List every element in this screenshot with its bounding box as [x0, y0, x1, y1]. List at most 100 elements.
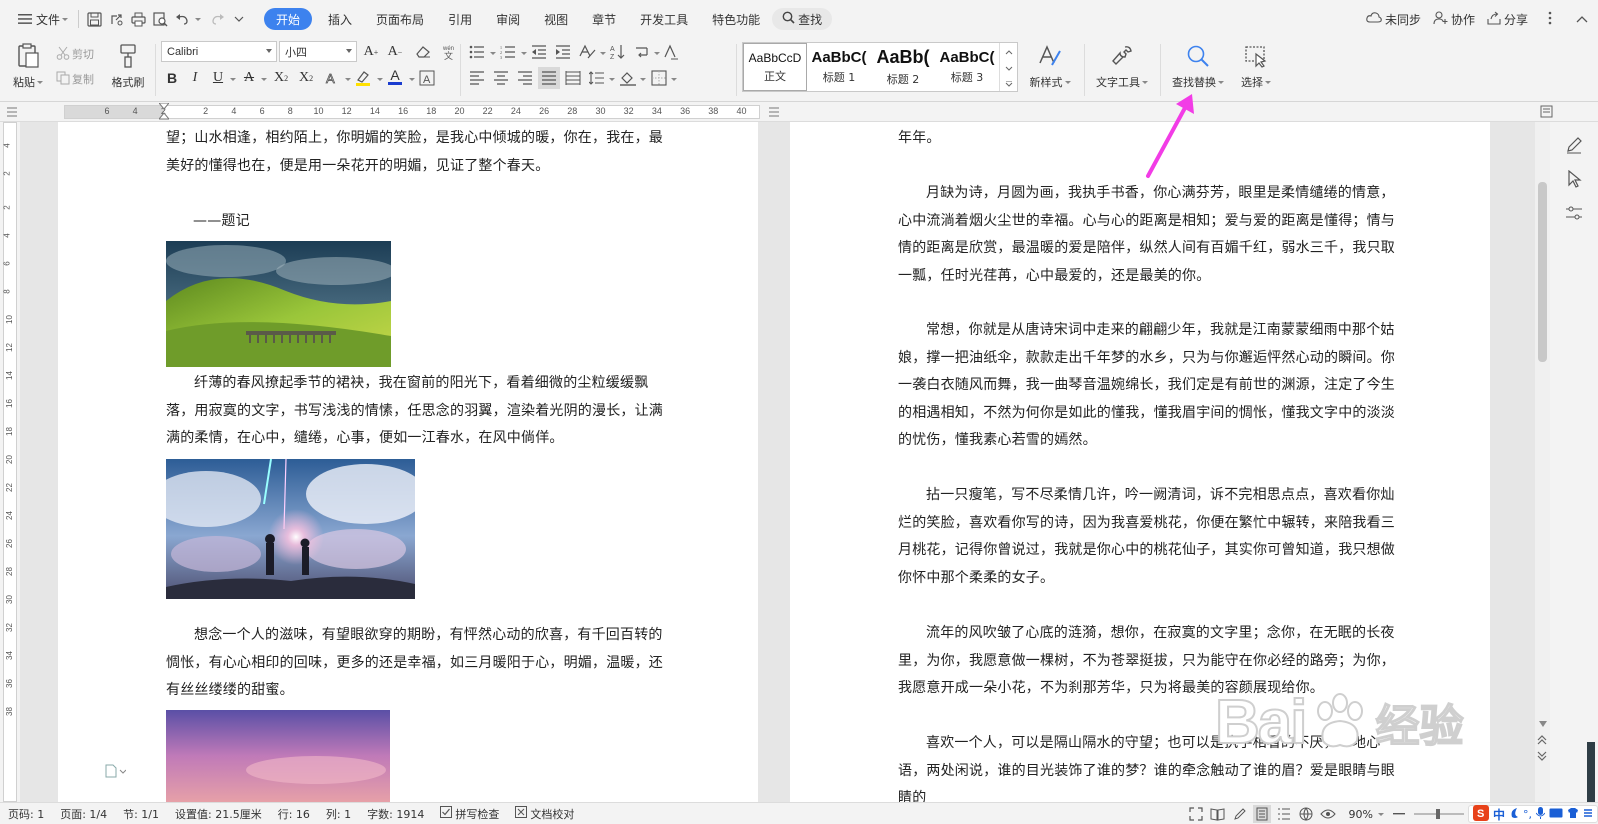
style-normal[interactable]: AaBbCcD 正文: [743, 43, 807, 91]
image-landscape-hills[interactable]: [166, 241, 391, 367]
ruler-track[interactable]: 6 4 2 2 4 6 8 10 12 14 16 18 20 22 24 26 28 30 32 34 36 38 40: [64, 102, 760, 120]
paragraph[interactable]: 常想，你就是从唐诗宋词中走来的翩翩少年，我就是江南蒙蒙细雨中那个姑娘，撑一把油纸…: [898, 317, 1398, 455]
zoom-slider[interactable]: [1413, 806, 1464, 822]
numbered-list-icon[interactable]: 123: [497, 41, 519, 63]
paste-dropdown-icon[interactable]: [37, 80, 43, 84]
image-anime-sky[interactable]: [166, 459, 415, 599]
style-heading-1[interactable]: AaBbC( 标题 1: [807, 43, 871, 91]
quick-access-dropdown-icon[interactable]: [231, 11, 247, 27]
sliders-icon[interactable]: [1563, 202, 1585, 224]
scrollbar-thumb[interactable]: [1538, 182, 1547, 362]
increase-indent-icon[interactable]: [552, 41, 574, 63]
decrease-indent-icon[interactable]: [528, 41, 550, 63]
undo-icon[interactable]: [174, 11, 190, 27]
sentence-case-icon[interactable]: [660, 41, 682, 63]
status-words[interactable]: 字数: 1914: [359, 806, 432, 822]
redo-icon[interactable]: [209, 11, 225, 27]
char-border-icon[interactable]: A: [416, 67, 438, 89]
border-dropdown-icon[interactable]: [671, 78, 677, 81]
paragraph[interactable]: 望；山水相逢，相约陌上，你明媚的笑脸，是我心中倾城的暖，你在，我在，最美好的懂得…: [166, 125, 666, 180]
outline-view-icon[interactable]: [1275, 805, 1293, 823]
reading-mode-icon[interactable]: [1209, 805, 1227, 823]
style-heading-3[interactable]: AaBbC( 标题 3: [935, 43, 999, 91]
collab-button[interactable]: 协作: [1427, 7, 1481, 31]
eraser-icon[interactable]: [412, 41, 434, 63]
tab-special[interactable]: 特色功能: [700, 8, 772, 30]
new-style-button[interactable]: 新样式: [1022, 42, 1078, 90]
status-section[interactable]: 节: 1/1: [115, 806, 167, 822]
find-replace-button[interactable]: 查找替换: [1166, 42, 1230, 90]
distributed-icon[interactable]: [562, 67, 584, 89]
ime-toolbar[interactable]: S 中 °,: [1467, 804, 1598, 823]
print-preview-icon[interactable]: [152, 11, 168, 27]
tab-developer[interactable]: 开发工具: [628, 8, 700, 30]
ime-punct-icon[interactable]: °,: [1523, 808, 1532, 821]
page-options-icon[interactable]: [104, 764, 127, 781]
justify-icon[interactable]: [538, 67, 560, 89]
align-center-icon[interactable]: [490, 67, 512, 89]
skin-icon[interactable]: [1567, 807, 1579, 822]
tab-review[interactable]: 审阅: [484, 8, 532, 30]
document-page-left[interactable]: 望；山水相逢，相约陌上，你明媚的笑脸，是我心中倾城的暖，你在，我在，最美好的懂得…: [58, 122, 758, 802]
italic-icon[interactable]: I: [184, 67, 206, 89]
doc-proof-button[interactable]: 文档校对: [507, 806, 582, 822]
highlight-icon[interactable]: [352, 67, 374, 89]
page-view-icon[interactable]: [1252, 805, 1271, 823]
edit-pen-icon[interactable]: [1563, 134, 1585, 156]
chevron-up-icon[interactable]: [1005, 44, 1013, 58]
ime-chinese-icon[interactable]: 中: [1493, 806, 1505, 823]
paragraph[interactable]: 月缺为诗，月圆为画，我执手书香，你心满芬芳，眼里是柔情缱绻的情意，心中流淌着烟火…: [898, 180, 1398, 290]
vertical-ruler[interactable]: 4 2 2 4 6 8 10 12 14 16 18 20 22 24 26 28 30 32 34 36 38: [3, 122, 17, 802]
bullet-list-icon[interactable]: [466, 41, 488, 63]
image-purple-sky[interactable]: [166, 710, 390, 802]
show-marks-icon[interactable]: [631, 41, 653, 63]
status-setting[interactable]: 设置值: 21.5厘米: [167, 806, 270, 822]
moon-icon[interactable]: [1509, 807, 1519, 822]
shading-dropdown-icon[interactable]: [640, 78, 646, 81]
underline-dropdown-icon[interactable]: [230, 78, 236, 81]
status-page[interactable]: 页面: 1/4: [52, 806, 115, 822]
tab-page-layout[interactable]: 页面布局: [364, 8, 436, 30]
chinese-layout-icon[interactable]: [576, 41, 598, 63]
indent-marker-icon[interactable]: [157, 102, 171, 124]
shading-icon[interactable]: [617, 67, 639, 89]
zoom-out-icon[interactable]: [1390, 805, 1408, 823]
file-menu[interactable]: 文件: [8, 7, 74, 31]
font-name-select[interactable]: Calibri: [161, 41, 277, 62]
text-tools-button[interactable]: 文字工具: [1090, 42, 1154, 90]
font-color-icon[interactable]: A: [384, 65, 406, 87]
subscript-icon[interactable]: X2: [295, 67, 317, 89]
microphone-icon[interactable]: [1535, 806, 1546, 822]
sort-icon[interactable]: AZ: [607, 41, 629, 63]
collapse-ribbon-button[interactable]: [1566, 0, 1598, 38]
underline-icon[interactable]: U: [207, 67, 229, 89]
spell-check-button[interactable]: 拼写检查: [432, 806, 507, 822]
line-spacing-icon[interactable]: [586, 67, 608, 89]
zoom-slider-handle[interactable]: [1435, 809, 1440, 819]
text-effect-dropdown-icon[interactable]: [345, 78, 351, 81]
paragraph[interactable]: 纤薄的春风撩起季节的裙袂，我在窗前的阳光下，看着细微的尘粒缓缓飘落，用寂寞的文字…: [166, 370, 666, 453]
print-icon[interactable]: [130, 11, 146, 27]
cut-button[interactable]: 剪切: [56, 44, 94, 64]
fullscreen-icon[interactable]: [1187, 805, 1205, 823]
keyboard-icon[interactable]: [1549, 808, 1563, 821]
bullet-list-dropdown-icon[interactable]: [490, 52, 496, 55]
align-right-icon[interactable]: [514, 67, 536, 89]
paste-button[interactable]: 粘贴: [8, 42, 48, 90]
copy-button[interactable]: 复制: [56, 69, 94, 89]
status-page-code[interactable]: 页码: 1: [0, 806, 52, 822]
ime-menu-icon[interactable]: [1583, 808, 1593, 821]
web-view-icon[interactable]: [1297, 805, 1315, 823]
tab-view[interactable]: 视图: [532, 8, 580, 30]
numbered-list-dropdown-icon[interactable]: [521, 52, 527, 55]
chinese-layout-dropdown-icon[interactable]: [600, 52, 606, 55]
bold-icon[interactable]: B: [161, 67, 183, 89]
align-left-icon[interactable]: [466, 67, 488, 89]
paragraph[interactable]: 拈一只瘦笔，写不尽柔情几许，吟一阙清词，诉不完相思点点，喜欢看你灿烂的笑脸，喜欢…: [898, 482, 1398, 592]
undo-dropdown-icon[interactable]: [195, 17, 202, 21]
style-heading-2[interactable]: AaBb( 标题 2: [871, 43, 935, 91]
paragraph[interactable]: 想念一个人的滋味，有望眼欲穿的期盼，有怦然心动的欣喜，有千回百转的惆怅，有心心相…: [166, 622, 666, 705]
pointer-icon[interactable]: [1563, 168, 1585, 190]
highlight-dropdown-icon[interactable]: [377, 78, 383, 81]
expand-gallery-icon[interactable]: [1005, 76, 1013, 90]
